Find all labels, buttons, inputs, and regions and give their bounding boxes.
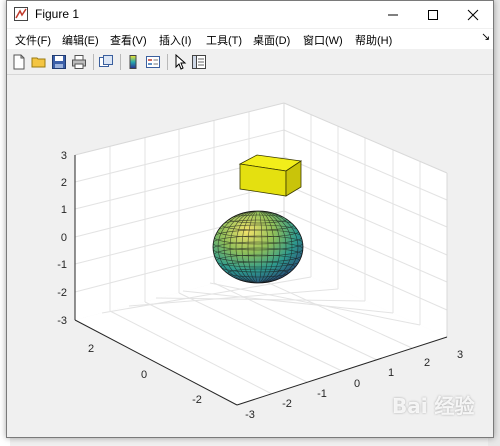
z-axis-ticks: 3 2 1 0 -1 -2 -3	[57, 150, 67, 327]
window-title: Figure 1	[35, 7, 80, 21]
print-icon[interactable]	[71, 54, 87, 70]
menu-view[interactable]: 查看(V)	[110, 32, 147, 48]
maximize-button[interactable]	[413, 1, 453, 28]
z-tick-label: -1	[57, 259, 67, 271]
3d-axes-plot[interactable]: 3 2 1 0 -1 -2 -3 2 0 -2 -3 -2 -1 0 1 2 3	[7, 75, 493, 437]
menu-desktop[interactable]: 桌面(D)	[253, 32, 290, 48]
menu-window[interactable]: 窗口(W)	[303, 32, 343, 48]
insert-colorbar-icon[interactable]	[125, 54, 141, 70]
toolbar-separator	[120, 54, 121, 70]
y-tick-label: 2	[88, 343, 94, 355]
z-tick-label: 0	[61, 232, 67, 244]
title-bar: Figure 1	[7, 1, 493, 28]
toolbar-separator	[167, 54, 168, 70]
menu-help[interactable]: 帮助(H)	[355, 32, 392, 48]
figure-toolbar	[7, 50, 493, 75]
property-inspector-icon[interactable]	[191, 54, 207, 70]
link-plot-icon[interactable]	[98, 54, 114, 70]
menu-file[interactable]: 文件(F)	[15, 32, 51, 48]
new-figure-icon[interactable]	[11, 54, 27, 70]
figure-canvas: 3 2 1 0 -1 -2 -3 2 0 -2 -3 -2 -1 0 1 2 3	[7, 75, 493, 437]
close-button[interactable]	[453, 1, 493, 28]
insert-legend-icon[interactable]	[145, 54, 161, 70]
minimize-icon	[388, 14, 398, 15]
x-tick-label: -1	[317, 388, 327, 400]
y-tick-label: -2	[192, 394, 202, 406]
close-icon	[467, 9, 479, 20]
menu-bar: 文件(F) 编辑(E) 查看(V) 插入(I) 工具(T) 桌面(D) 窗口(W…	[7, 29, 493, 49]
x-tick-label: 3	[457, 349, 463, 361]
menu-tools[interactable]: 工具(T)	[206, 32, 242, 48]
yellow-cube	[238, 154, 303, 197]
maximize-icon	[428, 9, 438, 20]
edit-plot-arrow-icon[interactable]	[172, 54, 188, 70]
z-tick-label: 2	[61, 177, 67, 189]
x-tick-label: -3	[245, 409, 255, 421]
minimize-button[interactable]	[373, 1, 413, 28]
z-tick-label: 1	[61, 204, 67, 216]
toolbar-separator	[93, 54, 94, 70]
save-icon[interactable]	[51, 54, 67, 70]
matlab-figure-icon	[14, 7, 28, 21]
menu-insert[interactable]: 插入(I)	[159, 32, 191, 48]
z-tick-label: -2	[57, 287, 67, 299]
y-tick-label: 0	[141, 369, 147, 381]
x-tick-label: 1	[388, 367, 394, 379]
z-tick-label: -3	[57, 315, 67, 327]
open-file-icon[interactable]	[31, 54, 47, 70]
x-tick-label: -2	[282, 398, 292, 410]
z-tick-label: 3	[61, 150, 67, 162]
ellipsoid-surface	[212, 210, 304, 284]
figure-window: Figure 1 文件(F) 编辑(E) 查看(V) 插入(I) 工具(T) 桌…	[6, 0, 494, 438]
menu-edit[interactable]: 编辑(E)	[62, 32, 99, 48]
x-tick-label: 0	[354, 378, 360, 390]
baidu-watermark: Bai 经验	[392, 394, 475, 418]
menu-overflow-icon[interactable]: ↘	[481, 30, 490, 43]
x-tick-label: 2	[424, 357, 430, 369]
